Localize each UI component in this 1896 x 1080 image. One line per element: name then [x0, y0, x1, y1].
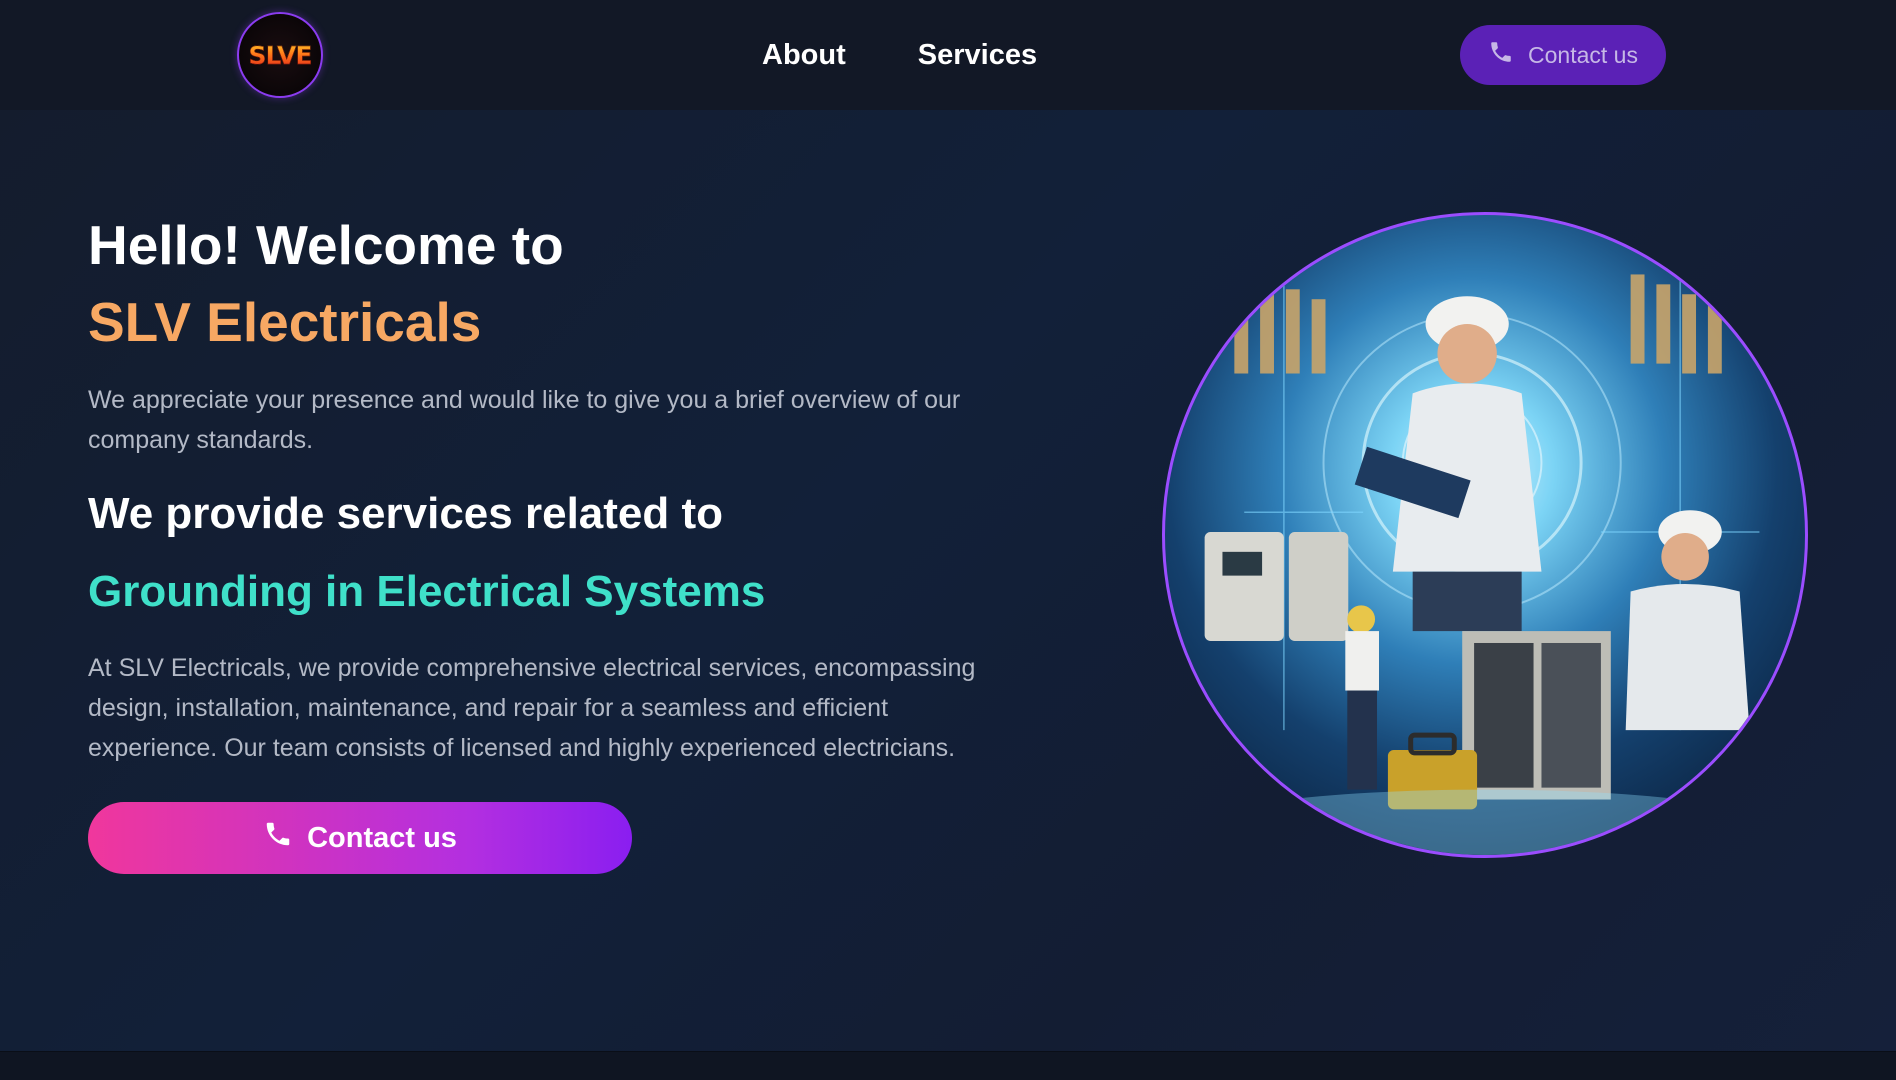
hero-intro: We appreciate your presence and would li… — [88, 386, 961, 454]
nav-link-services[interactable]: Services — [918, 39, 1037, 72]
hero-greeting: Hello! Welcome to — [88, 214, 564, 276]
services-heading: We provide services related to — [88, 489, 724, 538]
phone-icon — [1488, 39, 1514, 71]
hero-contact-button[interactable]: Contact us — [88, 802, 632, 874]
hero-content: Hello! Welcome to SLV Electricals We app… — [88, 210, 988, 874]
hero-description: At SLV Electricals, we provide comprehen… — [88, 654, 976, 762]
nav-contact-button[interactable]: Contact us — [1460, 25, 1666, 85]
footer-edge — [0, 1051, 1896, 1080]
hero-company-name: SLV Electricals — [88, 291, 482, 353]
logo-text: SLVE — [248, 40, 312, 70]
nav-link-about[interactable]: About — [762, 39, 846, 72]
navbar: SLVE About Services Contact us — [0, 0, 1896, 110]
hero-contact-label: Contact us — [307, 821, 457, 854]
electricians-illustration — [1187, 274, 1783, 855]
nav-links: About Services — [762, 0, 1109, 110]
nav-contact-label: Contact us — [1528, 41, 1638, 68]
phone-icon — [263, 819, 293, 857]
brand-logo[interactable]: SLVE — [237, 12, 323, 98]
service-name: Grounding in Electrical Systems — [88, 567, 766, 616]
hero-illustration — [1162, 212, 1808, 858]
